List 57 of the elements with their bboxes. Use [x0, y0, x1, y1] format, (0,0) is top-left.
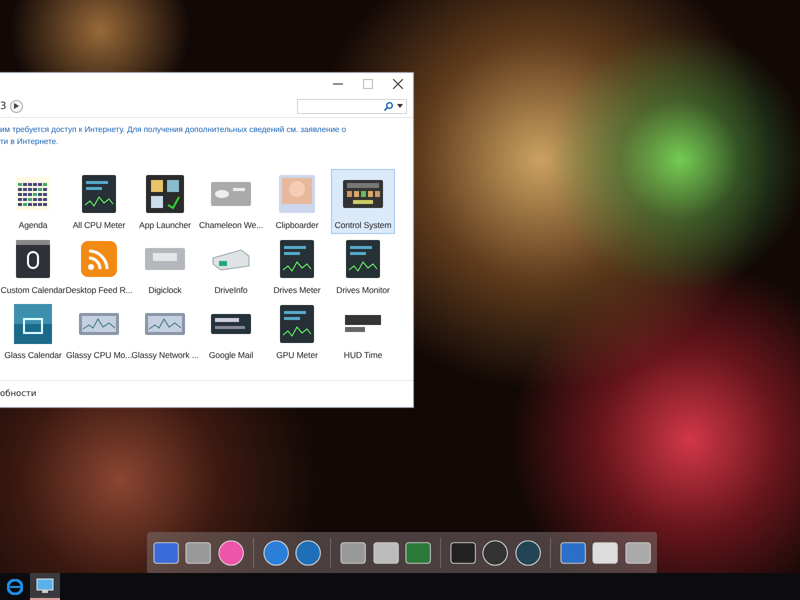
gadget-tile[interactable]: Glass Calendar: [1, 299, 65, 364]
gadget-tile[interactable]: Google Mail: [199, 299, 263, 364]
gadget-tile[interactable]: Chameleon We...: [199, 169, 263, 234]
gadget-label: Control System: [334, 220, 392, 230]
gadget-thumbnail-icon: [13, 239, 53, 279]
forward-button[interactable]: [10, 100, 24, 112]
gadget-tile[interactable]: Drives Meter: [265, 234, 329, 299]
gadget-tile[interactable]: Drives Monitor: [331, 234, 395, 299]
play-arrow-icon: [14, 103, 20, 109]
gadget-tile[interactable]: Agenda: [1, 169, 65, 234]
gadget-thumbnail-icon: [13, 304, 53, 344]
gadget-label: Desktop Feed R...: [66, 285, 132, 295]
gadget-tile[interactable]: Custom Calendar: [1, 234, 65, 299]
gadget-tile[interactable]: GPU Meter: [265, 299, 329, 364]
details-text: обности: [0, 389, 36, 399]
gadget-label: Glassy CPU Mo...: [66, 350, 132, 360]
maximize-icon: [363, 79, 373, 89]
gadget-thumbnail-icon: [277, 174, 317, 214]
gadget-label: App Launcher: [139, 220, 191, 230]
gadget-tile[interactable]: DriveInfo: [199, 234, 263, 299]
gadget-label: DriveInfo: [214, 285, 248, 295]
search-field[interactable]: [297, 98, 407, 114]
gadget-label: All CPU Meter: [72, 220, 126, 230]
gadget-label: Digiclock: [148, 285, 182, 295]
gadget-thumbnail-icon: [343, 239, 383, 279]
gadget-thumbnail-icon: [277, 239, 317, 279]
gadget-tile[interactable]: App Launcher: [133, 169, 197, 234]
gadget-tile[interactable]: Digiclock: [133, 234, 197, 299]
gadget-thumbnail-icon: [277, 304, 317, 344]
gadget-tile[interactable]: HUD Time: [331, 299, 395, 364]
internet-notice-text: им требуется доступ к Интернету. Для получения дополнительных сведений см. заявление о ти в Интернете.: [0, 124, 348, 148]
dropdown-caret-icon[interactable]: [397, 104, 403, 108]
gadget-label: Chameleon We...: [199, 220, 264, 230]
gadget-label: Glassy Network ...: [131, 350, 199, 360]
gadget-thumbnail-icon: [79, 174, 119, 214]
gadget-label: Custom Calendar: [0, 285, 66, 295]
gadget-label: Clipboarder: [276, 220, 318, 230]
gadget-tile[interactable]: Glassy CPU Mo...: [67, 299, 131, 364]
gadget-label: Drives Monitor: [336, 285, 390, 295]
search-icon: [384, 102, 393, 110]
gadget-label: HUD Time: [344, 350, 382, 360]
gadget-thumbnail-icon: [13, 174, 53, 214]
gadget-label: Agenda: [18, 220, 48, 230]
gadget-thumbnail-icon: [79, 239, 119, 279]
gadget-label: Google Mail: [208, 350, 254, 360]
close-icon: [393, 79, 403, 89]
monitor-app-icon[interactable]: [30, 573, 60, 600]
gadget-label: Glass Calendar: [4, 350, 62, 360]
gadget-thumbnail-icon: [145, 174, 185, 214]
gadget-tile[interactable]: Clipboarder: [265, 169, 329, 234]
gadget-tile[interactable]: All CPU Meter: [67, 169, 131, 234]
gadget-tile[interactable]: Control System: [331, 169, 395, 234]
gadget-label: Drives Meter: [274, 285, 320, 295]
breadcrumb-text[interactable]: 3: [0, 100, 6, 112]
gadget-tile[interactable]: Glassy Network ...: [133, 299, 197, 364]
gadget-label: GPU Meter: [276, 350, 318, 360]
gadget-tile[interactable]: Desktop Feed R...: [67, 234, 131, 299]
